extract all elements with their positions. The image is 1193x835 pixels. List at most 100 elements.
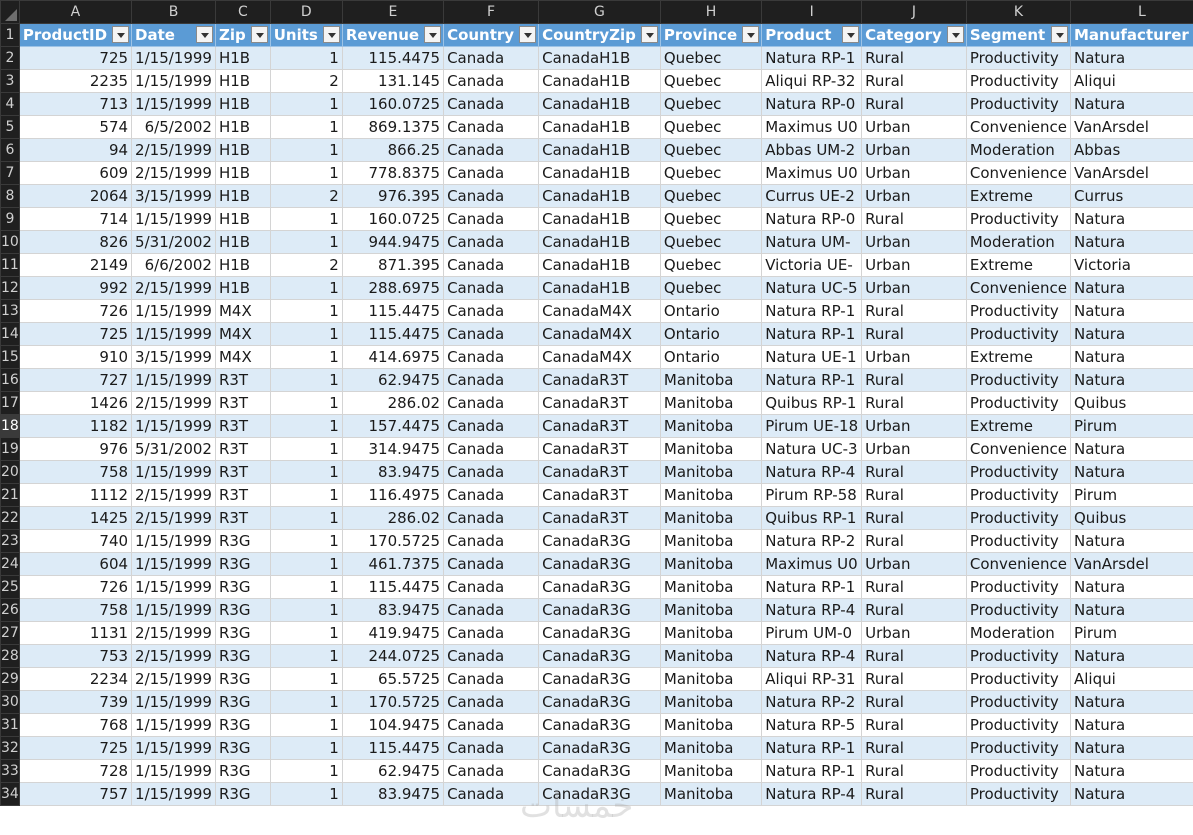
filter-dropdown-icon[interactable] bbox=[424, 26, 442, 43]
table-cell[interactable]: Canada bbox=[443, 230, 540, 254]
table-cell[interactable]: Natura bbox=[1070, 230, 1193, 254]
table-cell[interactable]: 1 bbox=[269, 414, 343, 438]
table-cell[interactable]: Pirum UM-0 bbox=[761, 621, 863, 645]
row-number[interactable]: 7 bbox=[0, 161, 20, 185]
table-cell[interactable]: 1 bbox=[269, 322, 343, 346]
table-cell[interactable]: 1/15/1999 bbox=[131, 782, 216, 806]
table-cell[interactable]: Ontario bbox=[659, 322, 763, 346]
table-cell[interactable]: Natura RP-0 bbox=[761, 92, 863, 116]
table-cell[interactable]: 1 bbox=[269, 161, 343, 185]
table-cell[interactable]: H1B bbox=[214, 69, 271, 93]
table-cell[interactable]: CanadaR3T bbox=[538, 460, 661, 484]
table-cell[interactable]: 1/15/1999 bbox=[131, 713, 216, 737]
row-number[interactable]: 26 bbox=[0, 598, 20, 622]
table-cell[interactable]: 1 bbox=[269, 621, 343, 645]
table-cell[interactable]: CanadaR3G bbox=[538, 667, 661, 691]
table-cell[interactable]: R3G bbox=[214, 782, 271, 806]
table-cell[interactable]: Productivity bbox=[965, 92, 1072, 116]
table-cell[interactable]: Manitoba bbox=[659, 391, 763, 415]
table-cell[interactable]: CanadaR3T bbox=[538, 414, 661, 438]
table-cell[interactable]: Convenience bbox=[965, 437, 1072, 461]
table-cell[interactable]: 1/15/1999 bbox=[131, 299, 216, 323]
table-cell[interactable]: CanadaH1B bbox=[538, 184, 661, 208]
table-cell[interactable]: 131.145 bbox=[341, 69, 445, 93]
table-cell[interactable]: H1B bbox=[214, 115, 271, 139]
table-cell[interactable]: Moderation bbox=[965, 230, 1072, 254]
table-cell[interactable]: Natura bbox=[1070, 207, 1193, 231]
header-cell[interactable]: Manufacturer bbox=[1070, 23, 1193, 47]
filter-dropdown-icon[interactable] bbox=[519, 26, 537, 43]
table-cell[interactable]: Victoria UE- bbox=[761, 253, 863, 277]
table-cell[interactable]: 1/15/1999 bbox=[131, 598, 216, 622]
header-cell[interactable]: Segment bbox=[965, 23, 1072, 47]
table-cell[interactable]: CanadaH1B bbox=[538, 115, 661, 139]
table-cell[interactable]: CanadaM4X bbox=[538, 322, 661, 346]
table-cell[interactable]: Canada bbox=[443, 92, 540, 116]
table-cell[interactable]: 2 bbox=[269, 253, 343, 277]
table-cell[interactable]: VanArsdel bbox=[1070, 115, 1193, 139]
table-cell[interactable]: 2/15/1999 bbox=[131, 644, 216, 668]
table-cell[interactable]: 1 bbox=[269, 483, 343, 507]
table-cell[interactable]: Rural bbox=[861, 322, 967, 346]
table-cell[interactable]: Extreme bbox=[965, 184, 1072, 208]
row-number[interactable]: 9 bbox=[0, 207, 20, 231]
table-cell[interactable]: Maximus U0 bbox=[761, 115, 863, 139]
table-cell[interactable]: 1/15/1999 bbox=[131, 552, 216, 576]
table-cell[interactable]: 1 bbox=[269, 736, 343, 760]
table-cell[interactable]: Canada bbox=[443, 460, 540, 484]
table-cell[interactable]: Productivity bbox=[965, 207, 1072, 231]
table-cell[interactable]: 714 bbox=[18, 207, 133, 231]
row-number[interactable]: 18 bbox=[0, 414, 20, 438]
row-number[interactable]: 13 bbox=[0, 299, 20, 323]
table-cell[interactable]: R3T bbox=[214, 506, 271, 530]
table-cell[interactable]: Manitoba bbox=[659, 529, 763, 553]
table-cell[interactable]: Quibus bbox=[1070, 391, 1193, 415]
table-cell[interactable]: 604 bbox=[18, 552, 133, 576]
table-cell[interactable]: Rural bbox=[861, 299, 967, 323]
table-cell[interactable]: 115.4475 bbox=[341, 299, 445, 323]
table-cell[interactable]: Canada bbox=[443, 161, 540, 185]
table-cell[interactable]: 727 bbox=[18, 368, 133, 392]
row-number[interactable]: 23 bbox=[0, 529, 20, 553]
filter-dropdown-icon[interactable] bbox=[112, 26, 130, 43]
table-cell[interactable]: 6/5/2002 bbox=[131, 115, 216, 139]
row-number[interactable]: 8 bbox=[0, 184, 20, 208]
table-cell[interactable]: Productivity bbox=[965, 598, 1072, 622]
table-cell[interactable]: Manitoba bbox=[659, 368, 763, 392]
table-cell[interactable]: Canada bbox=[443, 322, 540, 346]
table-cell[interactable]: 62.9475 bbox=[341, 759, 445, 783]
table-cell[interactable]: Natura RP-1 bbox=[761, 46, 863, 70]
table-cell[interactable]: Natura bbox=[1070, 322, 1193, 346]
table-cell[interactable]: 1/15/1999 bbox=[131, 322, 216, 346]
table-cell[interactable]: 1 bbox=[269, 667, 343, 691]
table-cell[interactable]: 115.4475 bbox=[341, 575, 445, 599]
table-cell[interactable]: Aliqui RP-31 bbox=[761, 667, 863, 691]
table-cell[interactable]: Canada bbox=[443, 759, 540, 783]
table-cell[interactable]: 2149 bbox=[18, 253, 133, 277]
table-cell[interactable]: Productivity bbox=[965, 483, 1072, 507]
table-cell[interactable]: Canada bbox=[443, 529, 540, 553]
table-cell[interactable]: Rural bbox=[861, 736, 967, 760]
table-cell[interactable]: 871.395 bbox=[341, 253, 445, 277]
table-cell[interactable]: Canada bbox=[443, 253, 540, 277]
table-cell[interactable]: 757 bbox=[18, 782, 133, 806]
filter-dropdown-icon[interactable] bbox=[842, 26, 860, 43]
table-cell[interactable]: Quebec bbox=[659, 184, 763, 208]
table-cell[interactable]: 992 bbox=[18, 276, 133, 300]
row-number[interactable]: 10 bbox=[0, 230, 20, 254]
table-cell[interactable]: 726 bbox=[18, 575, 133, 599]
table-cell[interactable]: 2/15/1999 bbox=[131, 621, 216, 645]
table-cell[interactable]: Canada bbox=[443, 138, 540, 162]
row-number[interactable]: 1 bbox=[0, 23, 20, 47]
table-cell[interactable]: Rural bbox=[861, 667, 967, 691]
table-cell[interactable]: R3T bbox=[214, 368, 271, 392]
table-cell[interactable]: 5/31/2002 bbox=[131, 437, 216, 461]
table-cell[interactable]: R3G bbox=[214, 713, 271, 737]
table-cell[interactable]: 461.7375 bbox=[341, 552, 445, 576]
table-cell[interactable]: 1/15/1999 bbox=[131, 575, 216, 599]
table-cell[interactable]: Rural bbox=[861, 759, 967, 783]
table-cell[interactable]: Abbas UM-2 bbox=[761, 138, 863, 162]
table-cell[interactable]: 419.9475 bbox=[341, 621, 445, 645]
table-cell[interactable]: 725 bbox=[18, 46, 133, 70]
row-number[interactable]: 33 bbox=[0, 759, 20, 783]
